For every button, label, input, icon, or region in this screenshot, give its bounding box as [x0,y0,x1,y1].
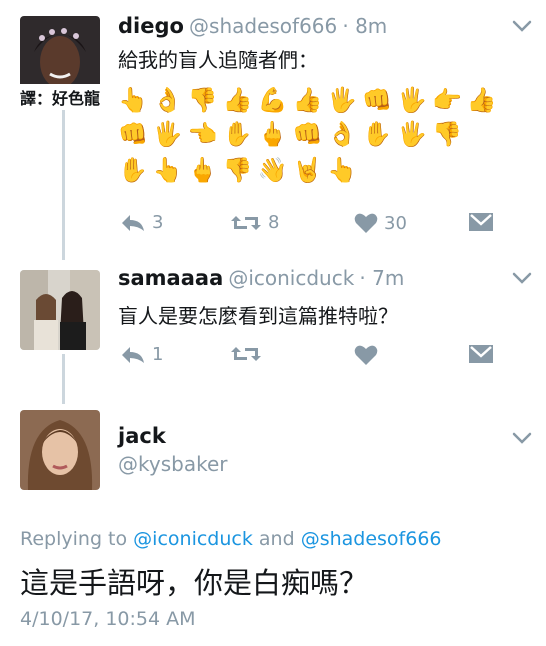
hand-emoji: 🖐 [397,120,428,148]
reply-button[interactable]: 3 [120,212,163,233]
display-name[interactable]: jack [118,424,166,448]
hand-emoji: 👈 [187,120,218,148]
hand-emoji: 👊 [292,120,323,148]
avatar-jack[interactable] [20,410,100,490]
hand-emoji: ✋ [362,120,393,148]
like-icon [354,213,378,233]
retweet-icon [231,215,261,230]
retweet-count: 8 [268,212,280,233]
tweet-text: 盲人是要怎麼看到這篇推特啦？ [118,304,398,328]
tweet-timestamp[interactable]: 4/10/17, 10:54 AM [20,608,196,630]
reply-icon [122,214,144,231]
hand-emoji: 👍 [466,86,497,114]
tweet-header: samaaaa @iconicduck · 7m [118,266,404,290]
translation-credit-label: 譯：好色龍 [16,84,105,110]
user-handle[interactable]: @kysbaker [118,452,227,476]
hand-emoji: 🖕 [187,156,218,184]
hand-emoji: 👆 [118,86,148,114]
retweet-icon [231,347,261,361]
hand-emoji: 👌 [152,86,183,114]
like-icon [354,345,378,365]
like-button[interactable]: 30 [354,212,407,234]
hand-emoji: 🖐 [327,86,358,114]
display-name[interactable]: diego [118,14,184,38]
replying-to-and: and [258,528,295,550]
like-button[interactable] [354,344,378,366]
hand-emoji: 👉 [432,86,462,114]
like-count: 30 [384,212,407,234]
reply-icon [122,346,144,363]
retweet-button[interactable]: 8 [230,212,279,233]
reply-count: 1 [152,344,164,365]
chevron-down-icon[interactable] [512,272,532,284]
thread-line-2 [62,354,65,404]
direct-message-icon [469,213,493,231]
hand-emoji: 👊 [362,86,393,114]
hand-emoji: 👎 [222,156,253,184]
tweet-time[interactable]: · 8m [342,14,387,38]
tweet-time[interactable]: · 7m [359,266,404,290]
hand-emoji: 👍 [292,86,323,114]
tweet-text: 給我的盲人追隨者們： [118,48,318,72]
hand-emoji: 👋 [257,156,288,184]
hand-emoji: 👆 [152,156,183,184]
avatar-samaaaa[interactable] [20,270,100,350]
hand-emoji: 🖐 [397,86,428,114]
display-name[interactable]: samaaaa [118,266,223,290]
tweet-header: jack [118,424,166,448]
mention-link[interactable]: @iconicduck [133,528,253,550]
hand-emoji: 👆 [327,156,358,184]
tweet-actions: 3 8 30 [118,212,498,242]
reply-count: 3 [152,212,164,233]
direct-message-button[interactable] [468,212,494,232]
direct-message-icon [469,345,493,363]
hand-emoji: ✋ [118,156,148,184]
hand-emoji: 👎 [432,120,462,148]
emoji-row-1: 👆 👌 👎 👍 💪 👍 🖐 👊 🖐 👉 👍 [118,86,497,114]
hand-emoji: 👎 [187,86,218,114]
hand-emoji: ✋ [222,120,253,148]
emoji-row-3: ✋ 👆 🖕 👎 👋 🤘 👆 [118,156,357,184]
user-handle[interactable]: @iconicduck [228,266,354,290]
main-tweet-text: 這是手語呀，你是白痴嗎？ [20,566,369,600]
hand-emoji: 👌 [327,120,358,148]
hand-emoji: 🤘 [292,156,323,184]
replying-to-line: Replying to @iconicduck and @shadesof666 [20,528,442,550]
emoji-row-2: 👊 🖐 👈 ✋ 🖕 👊 👌 ✋ 🖐 👎 [118,120,462,148]
hand-emoji: 👊 [118,120,148,148]
user-handle[interactable]: @shadesof666 [189,14,337,38]
tweet-actions: 1 [118,344,498,374]
mention-link[interactable]: @shadesof666 [301,528,442,550]
hand-emoji: 🖕 [257,120,288,148]
user-handle-line: @kysbaker [118,452,227,476]
chevron-down-icon[interactable] [512,20,532,32]
tweet-header: diego @shadesof666 · 8m [118,14,387,38]
retweet-button[interactable] [230,344,262,364]
thread-line-1 [62,108,65,260]
hand-emoji: 👍 [222,86,253,114]
reply-button[interactable]: 1 [120,344,163,365]
hand-emoji: 🖐 [152,120,183,148]
hand-emoji: 💪 [257,86,288,114]
direct-message-button[interactable] [468,344,494,364]
replying-to-prefix: Replying to [20,528,128,550]
chevron-down-icon[interactable] [512,432,532,444]
